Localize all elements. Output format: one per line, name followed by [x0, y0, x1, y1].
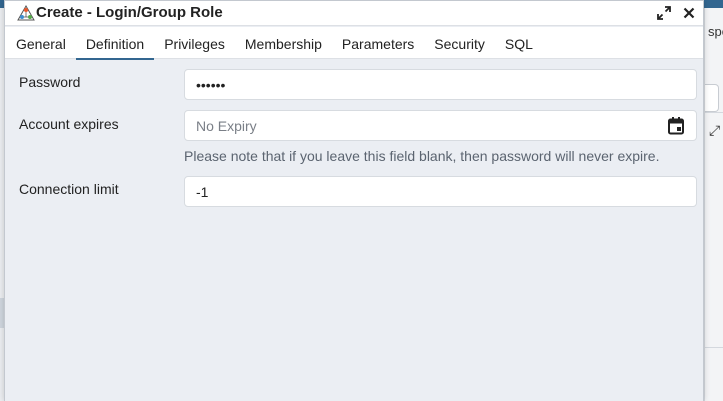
tab-privileges[interactable]: Privileges — [154, 27, 235, 59]
password-label: Password — [19, 74, 81, 90]
tab-sql[interactable]: SQL — [495, 27, 543, 59]
definition-panel: Password •••••• Account expires No Expir… — [5, 60, 703, 401]
connection-limit-value: -1 — [196, 183, 209, 200]
expand-arrows-icon — [657, 6, 671, 20]
password-field[interactable]: •••••• — [184, 69, 697, 100]
background-input-edge — [705, 84, 719, 112]
background-divider — [705, 347, 723, 348]
maximize-button[interactable] — [655, 4, 673, 22]
background-app-right-edge: spo ⤢ — [704, 8, 723, 401]
account-expires-placeholder: No Expiry — [196, 117, 257, 134]
account-expires-label: Account expires — [19, 116, 119, 132]
dialog-titlebar[interactable]: Create - Login/Group Role — [5, 1, 703, 26]
background-divider — [705, 112, 723, 113]
background-peek-text: spo — [708, 24, 723, 39]
tab-general[interactable]: General — [6, 27, 76, 59]
tab-membership[interactable]: Membership — [235, 27, 332, 59]
password-value: •••••• — [196, 76, 226, 93]
tab-parameters[interactable]: Parameters — [332, 27, 424, 59]
background-expand-icon[interactable]: ⤢ — [709, 122, 720, 139]
pgadmin-role-icon — [17, 5, 35, 21]
create-role-dialog: Create - Login/Group Role General Defini… — [4, 0, 704, 401]
account-expires-field[interactable]: No Expiry — [184, 110, 697, 141]
dialog-tabs: General Definition Privileges Membership… — [5, 27, 703, 60]
dialog-title: Create - Login/Group Role — [36, 4, 223, 21]
close-button[interactable] — [680, 4, 698, 22]
connection-limit-field[interactable]: -1 — [184, 176, 697, 207]
calendar-icon[interactable] — [666, 116, 686, 136]
tab-security[interactable]: Security — [424, 27, 495, 59]
close-icon — [683, 7, 695, 19]
account-expires-help: Please note that if you leave this field… — [184, 148, 660, 164]
tab-definition[interactable]: Definition — [75, 27, 155, 60]
connection-limit-label: Connection limit — [19, 181, 119, 197]
